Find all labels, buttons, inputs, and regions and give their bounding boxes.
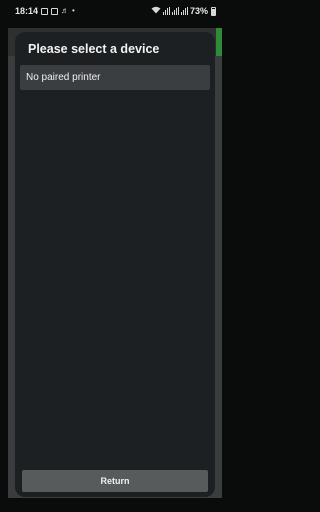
return-button[interactable]: Return (22, 470, 208, 492)
dot-icon: • (72, 6, 75, 15)
dialog-title: Please select a device (28, 42, 160, 56)
status-bar: 18:14 ♬ • 73% (0, 0, 230, 22)
signal-icon (162, 7, 170, 15)
gallery-icon (51, 7, 59, 15)
mic-icon: ♬ (61, 6, 70, 15)
signal-icon (171, 7, 179, 15)
signal-icon (180, 7, 188, 15)
device-list-item[interactable]: No paired printer (20, 65, 210, 90)
device-select-dialog: Please select a device No paired printer… (15, 32, 215, 497)
status-left: 18:14 ♬ • (15, 6, 75, 16)
battery-icon (211, 6, 216, 16)
status-right: 73% (151, 6, 216, 16)
screen: 18:14 ♬ • 73% Please select a device No … (0, 0, 230, 512)
background-accent (216, 28, 222, 56)
device-item-label: No paired printer (26, 72, 101, 83)
image-icon (41, 7, 49, 15)
battery-percent: 73% (189, 6, 208, 16)
status-time: 18:14 (15, 6, 39, 16)
wifi-icon (151, 6, 161, 16)
